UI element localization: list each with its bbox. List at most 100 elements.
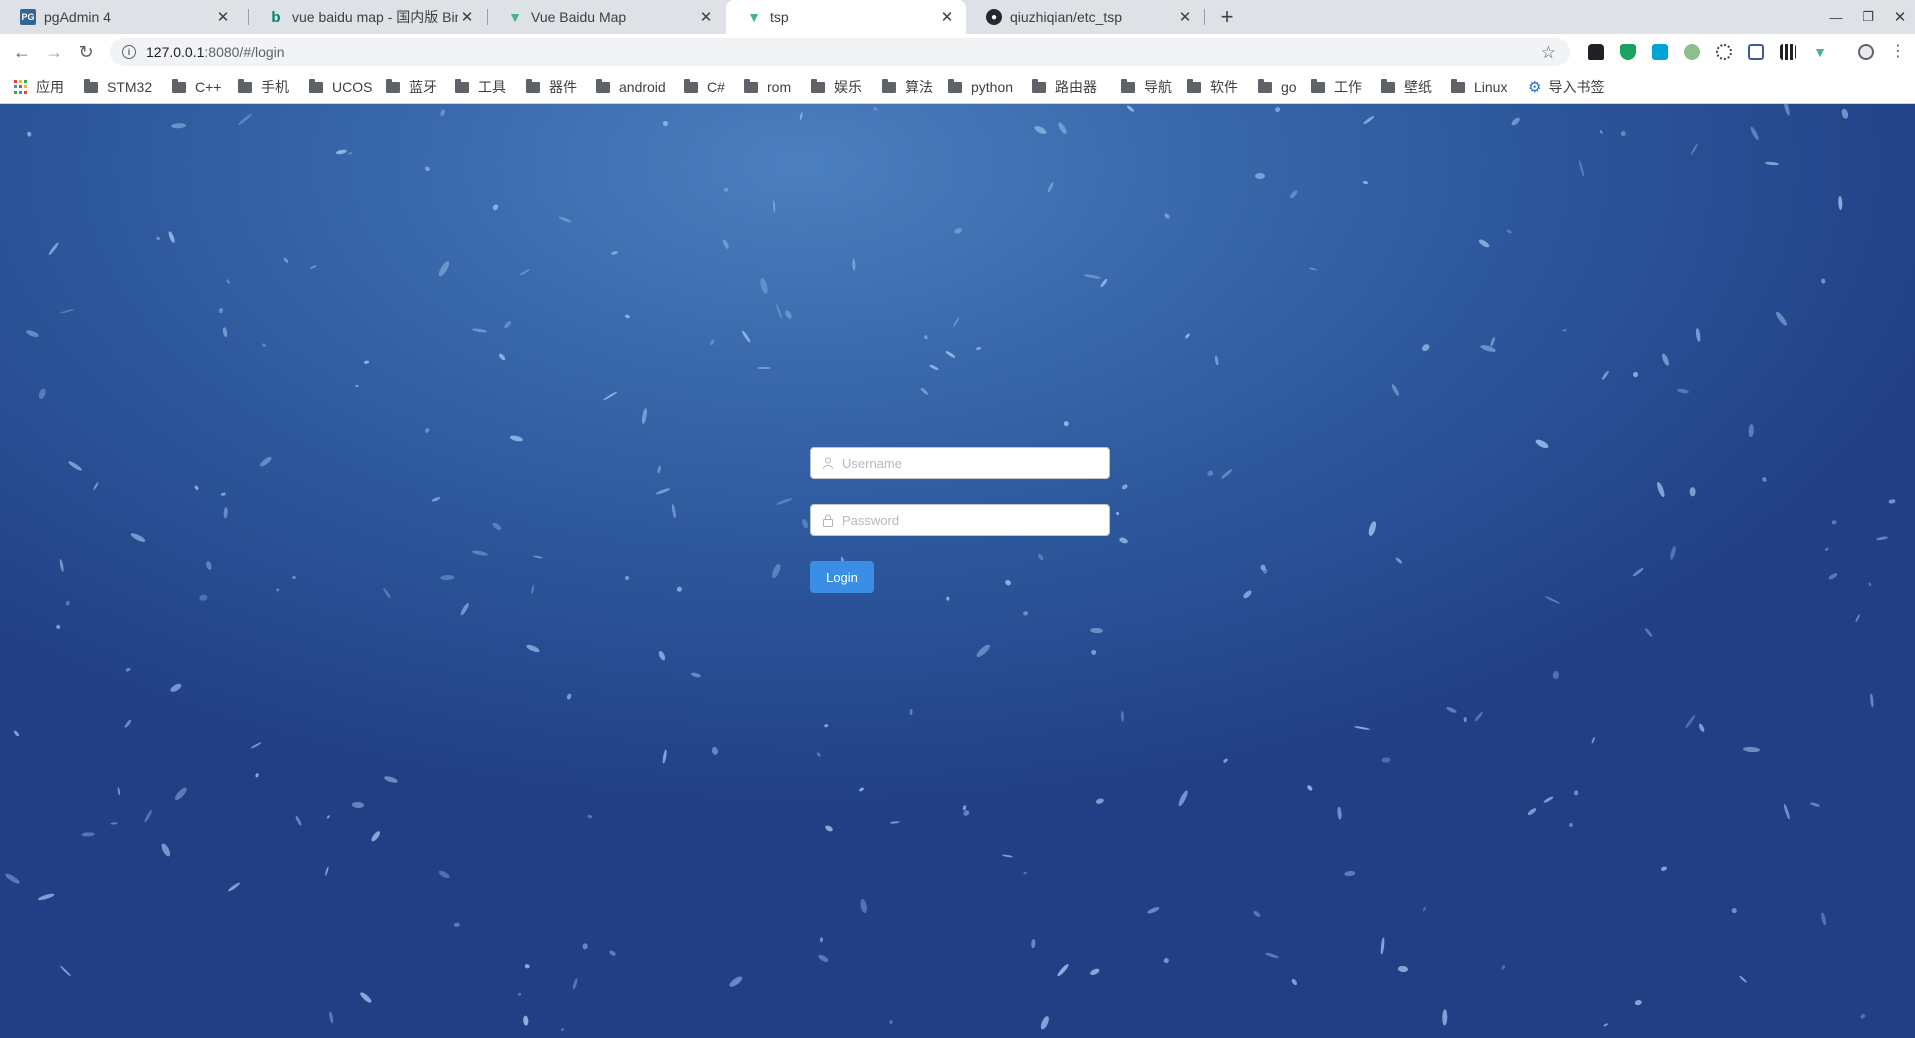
login-button[interactable]: Login [810, 561, 874, 593]
snowflake-decoration [1146, 905, 1161, 915]
snowflake-decoration [757, 366, 772, 369]
snowflake-decoration [1598, 129, 1603, 135]
close-icon[interactable]: ✕ [1176, 8, 1194, 26]
reload-button[interactable]: ↻ [72, 38, 100, 66]
bookmark-folder[interactable]: UCOS [309, 70, 372, 104]
extension-vue-devtools-icon[interactable]: ▼ [1812, 44, 1828, 60]
bookmark-folder[interactable]: 手机 [238, 70, 289, 104]
extension-ghost-icon[interactable] [1588, 44, 1604, 60]
snowflake-decoration [91, 481, 99, 492]
password-field[interactable] [810, 504, 1110, 536]
snowflake-decoration [602, 390, 618, 402]
github-icon: ● [986, 9, 1002, 25]
snowflake-decoration [193, 484, 200, 491]
bookmark-folder[interactable]: 工作 [1311, 70, 1362, 104]
folder-icon [309, 78, 323, 93]
bookmark-folder[interactable]: 软件 [1187, 70, 1238, 104]
snowflake-decoration [48, 241, 61, 256]
bookmark-folder[interactable]: 路由器 [1032, 70, 1097, 104]
bookmark-folder[interactable]: 工具 [455, 70, 506, 104]
bookmark-folder[interactable]: 壁纸 [1381, 70, 1432, 104]
close-window-button[interactable]: ✕ [1884, 0, 1915, 34]
bookmark-apps[interactable]: 应用 [14, 70, 64, 104]
snowflake-decoration [1252, 910, 1261, 919]
restore-button[interactable]: ❐ [1852, 0, 1884, 34]
snowflake-decoration [218, 307, 224, 313]
profile-avatar[interactable] [1858, 44, 1874, 60]
bookmark-folder[interactable]: STM32 [84, 70, 152, 104]
close-icon[interactable]: ✕ [458, 8, 476, 26]
extension-window-icon[interactable] [1748, 44, 1764, 60]
snowflake-decoration [117, 787, 121, 795]
bookmark-folder[interactable]: Linux [1451, 70, 1507, 104]
password-input[interactable] [842, 505, 1102, 535]
bookmark-folder[interactable]: go [1258, 70, 1297, 104]
bookmark-folder[interactable]: 导航 [1121, 70, 1172, 104]
folder-icon [744, 78, 758, 93]
bookmark-import[interactable]: ⚙ 导入书签 [1528, 70, 1604, 104]
extension-shield-icon[interactable] [1620, 44, 1636, 60]
snowflake-decoration [324, 866, 330, 877]
bookmark-star-icon[interactable]: ☆ [1541, 43, 1556, 63]
extension-qrcode-icon[interactable] [1780, 44, 1796, 60]
close-icon[interactable]: ✕ [214, 8, 232, 26]
forward-button[interactable]: → [40, 38, 68, 66]
username-field[interactable] [810, 447, 1110, 479]
bookmark-folder[interactable]: 算法 [882, 70, 933, 104]
username-input[interactable] [842, 448, 1102, 478]
url-text[interactable]: 127.0.0.1:8080/#/login [146, 44, 285, 60]
snowflake-decoration [460, 601, 471, 616]
snowflake-decoration [1544, 595, 1561, 605]
snowflake-decoration [223, 507, 229, 519]
snowflake-decoration [1241, 588, 1253, 600]
snowflake-decoration [13, 729, 21, 737]
bookmark-folder[interactable]: 蓝牙 [386, 70, 437, 104]
bookmark-folder[interactable]: rom [744, 70, 791, 104]
snowflake-decoration [1055, 962, 1070, 977]
snowflake-decoration [608, 949, 617, 957]
snowflake-decoration [1578, 160, 1585, 177]
new-tab-button[interactable]: + [1214, 4, 1240, 30]
back-button[interactable]: ← [8, 38, 36, 66]
snowflake-decoration [1620, 130, 1627, 136]
tab-tsp[interactable]: ▼ tsp ✕ [726, 0, 966, 34]
minimize-button[interactable]: — [1820, 0, 1852, 34]
bookmark-label: 工作 [1334, 79, 1362, 95]
close-icon[interactable]: ✕ [938, 8, 956, 26]
bookmark-folder[interactable]: android [596, 70, 666, 104]
extension-translate-icon[interactable] [1652, 44, 1668, 60]
tab-vue-baidu-map[interactable]: ▼ Vue Baidu Map ✕ [487, 0, 725, 34]
snowflake-decoration [82, 832, 95, 837]
bookmark-folder[interactable]: C++ [172, 70, 221, 104]
bookmark-folder[interactable]: C# [684, 70, 725, 104]
snowflake-decoration [1743, 746, 1761, 753]
close-icon[interactable]: ✕ [697, 8, 715, 26]
tab-title: Vue Baidu Map [531, 9, 627, 25]
snowflake-decoration [581, 942, 589, 950]
bookmark-folder[interactable]: 器件 [526, 70, 577, 104]
menu-icon[interactable]: ⋮ [1890, 44, 1906, 60]
snowflake-decoration [815, 751, 822, 758]
snowflake-decoration [225, 278, 231, 284]
snowflake-decoration [294, 815, 302, 827]
address-bar[interactable]: i 127.0.0.1:8080/#/login ☆ [110, 38, 1570, 66]
tab-github[interactable]: ● qiuzhiqian/etc_tsp ✕ [966, 0, 1204, 34]
bookmark-folder[interactable]: python [948, 70, 1013, 104]
snowflake-decoration [1854, 613, 1861, 624]
snowflake-decoration [1632, 567, 1644, 578]
tab-pgadmin[interactable]: PG pgAdmin 4 ✕ [0, 0, 242, 34]
bookmark-label: android [619, 79, 666, 95]
bookmark-folder[interactable]: 娱乐 [811, 70, 862, 104]
folder-icon [238, 78, 252, 93]
bookmark-label: 路由器 [1055, 79, 1097, 95]
snowflake-decoration [709, 339, 715, 347]
snowflake-decoration [123, 718, 132, 729]
tab-title: pgAdmin 4 [44, 9, 111, 25]
extension-dots-icon[interactable] [1716, 44, 1732, 60]
extension-circle-icon[interactable] [1684, 44, 1700, 60]
bookmark-label: 蓝牙 [409, 79, 437, 95]
snowflake-decoration [291, 575, 296, 579]
tab-bing[interactable]: b vue baidu map - 国内版 Bing ✕ [248, 0, 486, 34]
info-icon[interactable]: i [122, 45, 136, 59]
snowflake-decoration [586, 814, 593, 819]
